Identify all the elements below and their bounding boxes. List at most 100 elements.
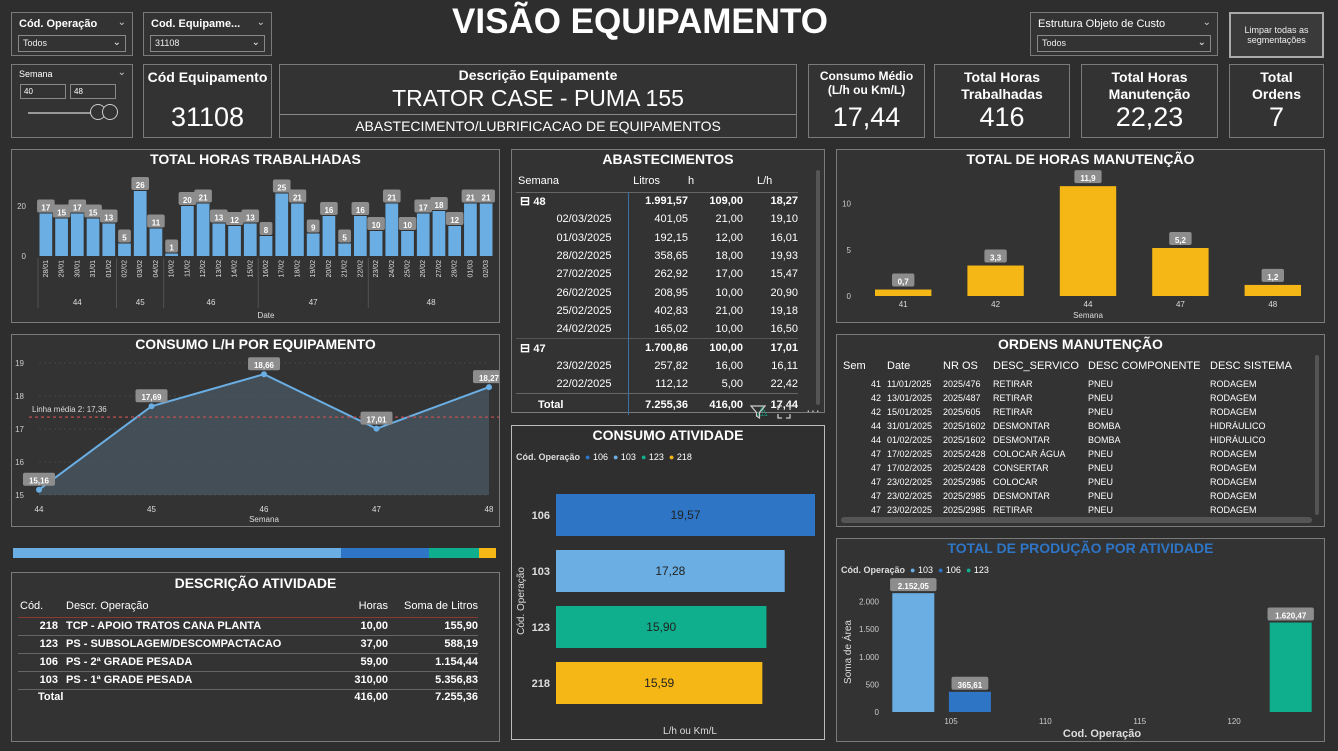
column-header[interactable]: h xyxy=(688,170,743,192)
table-row[interactable]: 25/02/2025 402,83 21,00 19,18 xyxy=(516,301,798,321)
table-row[interactable]: 47 23/02/2025 2025/2985 RETIRAR PNEU RODAGEM xyxy=(843,503,1309,517)
horizontal-scrollbar[interactable] xyxy=(841,517,1312,523)
table-cell: 59,00 xyxy=(360,656,388,668)
range-to-input[interactable]: 48 xyxy=(70,84,116,99)
point xyxy=(148,403,155,410)
table-cell: 2025/487 xyxy=(943,393,981,403)
table-cell: 15/01/2025 xyxy=(887,407,933,417)
column-header[interactable]: DESC_SERVICO xyxy=(993,355,1088,377)
column-header[interactable]: Descr. Operação xyxy=(66,595,338,617)
table-row[interactable]: 02/03/2025 401,05 21,00 19,10 xyxy=(516,210,798,229)
table-cell: RODAGEM xyxy=(1210,379,1257,389)
legend-item[interactable]: ● 123 xyxy=(641,452,664,462)
data-label: 12 xyxy=(230,216,239,225)
table-row[interactable]: 23/02/2025 257,82 16,00 16,11 xyxy=(516,356,798,375)
group-row[interactable]: ⊟ 48 1.991,57 109,00 18,27 xyxy=(516,192,798,211)
vertical-scrollbar[interactable] xyxy=(1315,355,1319,515)
chart-horas-trabalhadas[interactable]: 2001728/011529/011730/011531/011301/0250… xyxy=(12,168,499,322)
table-cell: 28/02/2025 xyxy=(556,250,612,263)
table-row[interactable]: 44 31/01/2025 2025/1602 DESMONTAR BOMBA HIDRÁ… xyxy=(843,419,1309,433)
table-row[interactable]: 41 11/01/2025 2025/476 RETIRAR PNEU RODAGEM xyxy=(843,377,1309,391)
column-header[interactable]: Litros xyxy=(628,170,688,192)
chart-producao[interactable]: 0 500 1.000 1.500 2.000 105 110 115 120 2.152,05 3… xyxy=(837,577,1324,741)
chart-consumo-atividade[interactable]: 19,57 106 17,28 103 15,90 123 15,59 218 Cód. Ope… xyxy=(512,466,824,736)
column-header[interactable]: Horas xyxy=(338,595,388,617)
chevron-down-icon[interactable]: ⌄ xyxy=(118,67,126,78)
data-label: 18,66 xyxy=(254,361,275,370)
slicer-dropdown[interactable]: Todos ⌄ xyxy=(1037,35,1211,52)
filter-icon[interactable] xyxy=(749,404,767,425)
table-row[interactable]: 28/02/2025 358,65 18,00 19,93 xyxy=(516,246,798,266)
slicer-dropdown[interactable]: Todos ⌄ xyxy=(18,35,126,52)
table-row[interactable]: 47 23/02/2025 2025/2985 COLOCAR PNEU RODAGEM xyxy=(843,475,1309,489)
y-tick-label: 20 xyxy=(17,202,26,211)
slicer-cod-equipamento[interactable]: Cod. Equipame... ⌄ 31108 ⌄ xyxy=(143,12,272,56)
column-header[interactable]: Cód. xyxy=(18,595,66,617)
legend-item[interactable]: ● 218 xyxy=(669,452,692,462)
slicer-estrutura[interactable]: Estrutura Objeto de Custo ⌄ Todos ⌄ xyxy=(1030,12,1218,56)
panel-title: ORDENS MANUTENÇÃO xyxy=(998,336,1163,352)
slicer-dropdown[interactable]: 31108 ⌄ xyxy=(150,35,265,52)
table-row[interactable]: 103 PS - 1ª GRADE PESADA 310,00 5.356,83 xyxy=(18,671,478,689)
legend-item[interactable]: ● 106 xyxy=(585,452,608,462)
table-row[interactable]: 47 23/02/2025 2025/2985 DESMONTAR PNEU RODAGE… xyxy=(843,489,1309,503)
table-cell: 10,00 xyxy=(360,620,388,632)
column-header[interactable]: NR OS xyxy=(943,355,993,377)
data-label: 20 xyxy=(183,196,192,205)
column-header[interactable]: Date xyxy=(887,355,943,377)
x-tick-label: 23/02 xyxy=(373,260,380,278)
more-options-icon[interactable]: ··· xyxy=(806,402,820,418)
slicer-cod-operacao[interactable]: Cód. Operação ⌄ Todos ⌄ xyxy=(11,12,133,56)
table-row[interactable]: 106 PS - 2ª GRADE PESADA 59,00 1.154,44 xyxy=(18,653,478,671)
week-label: 46 xyxy=(207,298,216,307)
table-cell: 5.356,83 xyxy=(435,674,478,686)
chevron-down-icon[interactable]: ⌄ xyxy=(1203,17,1211,28)
table-cell: 123 xyxy=(39,638,58,650)
range-slider-handle-right[interactable] xyxy=(102,104,118,120)
table-row[interactable]: 44 01/02/2025 2025/1602 DESMONTAR BOMBA HIDRÁ… xyxy=(843,433,1309,447)
table-row[interactable]: 27/02/2025 262,92 17,00 15,47 xyxy=(516,265,798,284)
chart-consumo-lh[interactable]: 15 16 17 18 19 Linha média 2: 17,36 15,16 44 17,… xyxy=(12,353,499,526)
legend-item[interactable]: ● 106 xyxy=(938,565,961,575)
kpi-value: 17,44 xyxy=(832,102,901,132)
panel-title: TOTAL DE HORAS MANUTENÇÃO xyxy=(966,151,1195,167)
table-row[interactable]: 24/02/2025 165,02 10,00 16,50 xyxy=(516,320,798,339)
legend-item[interactable]: ● 123 xyxy=(966,565,989,575)
x-tick-label: 105 xyxy=(944,717,958,726)
chevron-down-icon[interactable]: ⌄ xyxy=(118,17,126,28)
table-row[interactable]: 26/02/2025 208,95 10,00 20,90 xyxy=(516,283,798,302)
column-header[interactable]: DESC COMPONENTE xyxy=(1088,355,1210,377)
legend-item[interactable]: ● 103 xyxy=(613,452,636,462)
column-header[interactable]: L/h xyxy=(743,170,798,192)
table-row[interactable]: 123 PS - SUBSOLAGEM/DESCOMPACTACAO 37,00 58… xyxy=(18,635,478,653)
table-scrollbar[interactable] xyxy=(816,170,820,405)
legend-item[interactable]: ● 103 xyxy=(910,565,933,575)
table-row[interactable]: 42 15/01/2025 2025/605 RETIRAR PNEU RODAGEM xyxy=(843,405,1309,419)
range-from-input[interactable]: 40 xyxy=(20,84,66,99)
strip-segment xyxy=(13,548,341,558)
table-row[interactable]: 42 13/01/2025 2025/487 RETIRAR PNEU RODAGEM xyxy=(843,391,1309,405)
data-label: 17,28 xyxy=(655,564,685,578)
data-label: 15 xyxy=(89,209,98,218)
slicer-semana[interactable]: Semana ⌄ 40 48 xyxy=(11,64,133,138)
table-cell: 47 xyxy=(870,477,881,487)
column-header[interactable]: Semana xyxy=(516,170,628,192)
table-row[interactable]: 218 TCP - APOIO TRATOS CANA PLANTA 10,00 15… xyxy=(18,617,478,635)
table-row[interactable]: 01/03/2025 192,15 12,00 16,01 xyxy=(516,228,798,247)
clear-slicers-button[interactable]: Limpar todas as segmentações xyxy=(1229,12,1324,58)
column-header[interactable]: Soma de Litros xyxy=(388,595,478,617)
column-header[interactable]: DESC SISTEMA xyxy=(1210,355,1309,377)
chart-horas-manutencao[interactable]: 0 5 10 0,7 41 3,3 42 11,9 44 5,2 47 1,2 48 Semana xyxy=(837,168,1324,322)
table-cell: 257,82 xyxy=(627,356,688,375)
focus-mode-icon[interactable] xyxy=(776,404,792,425)
table-row[interactable]: 47 17/02/2025 2025/2428 CONSERTAR PNEU RODAGE… xyxy=(843,461,1309,475)
table-row[interactable]: 47 17/02/2025 2025/2428 COLOCAR ÁGUA PNEU ROD… xyxy=(843,447,1309,461)
collapse-icon[interactable]: ⊟ xyxy=(520,341,533,355)
column-header[interactable]: Sem xyxy=(843,355,887,377)
collapse-icon[interactable]: ⊟ xyxy=(520,194,533,208)
table-row[interactable]: 22/02/2025 112,12 5,00 22,42 xyxy=(516,374,798,394)
group-row[interactable]: ⊟ 47 1.700,86 100,00 17,01 xyxy=(516,338,798,357)
panel-consumo-atividade: ⚠ ··· CONSUMO ATIVIDADE Cód. Operação ● 1… xyxy=(511,402,825,740)
table-cell: 13/01/2025 xyxy=(887,393,933,403)
chevron-down-icon[interactable]: ⌄ xyxy=(257,17,265,28)
